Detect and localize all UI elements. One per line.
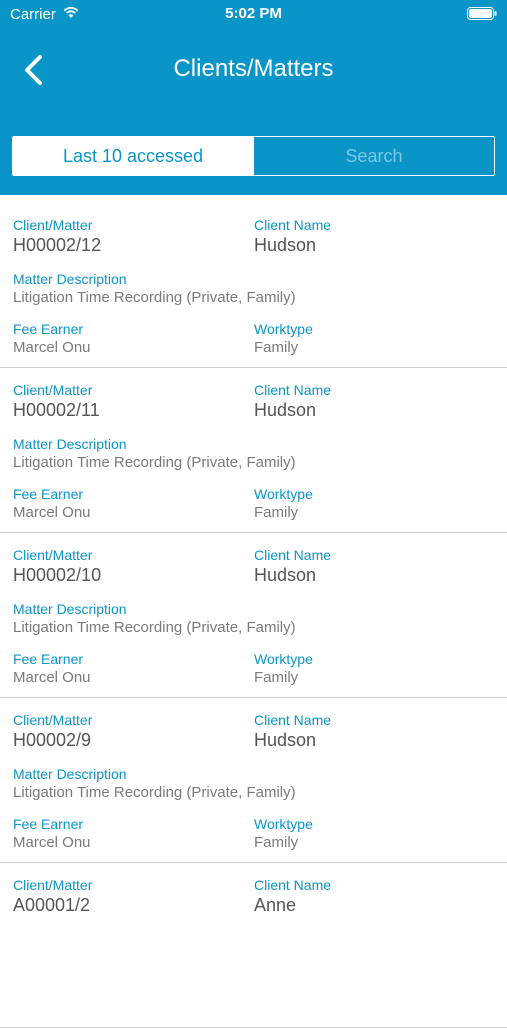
fee-earner-label: Fee Earner: [13, 321, 84, 337]
matter-description-value: Litigation Time Recording (Private, Fami…: [13, 619, 296, 636]
list-item[interactable]: Client/Matter Client Name H00002/11 Huds…: [0, 368, 507, 533]
tab-last-10-accessed[interactable]: Last 10 accessed: [13, 137, 253, 175]
matter-description-label: Matter Description: [13, 271, 127, 287]
client-matter-label: Client/Matter: [13, 382, 93, 398]
fee-earner-value: Marcel Onu: [13, 339, 91, 356]
worktype-value: Family: [254, 339, 299, 356]
client-name-value: Hudson: [254, 565, 317, 585]
client-name-label: Client Name: [254, 877, 332, 893]
client-matter-value: H00002/12: [13, 235, 102, 255]
matter-description-value: Litigation Time Recording (Private, Fami…: [13, 289, 296, 306]
page-title: Clients/Matters: [173, 55, 334, 82]
worktype-value: Family: [254, 669, 299, 686]
worktype-label: Worktype: [254, 816, 313, 832]
fee-earner-label: Fee Earner: [13, 486, 84, 502]
matter-description-label: Matter Description: [13, 436, 127, 452]
client-matter-value: A00001/2: [13, 895, 91, 915]
client-matter-value: H00002/11: [13, 400, 100, 420]
fee-earner-label: Fee Earner: [13, 651, 84, 667]
worktype-value: Family: [254, 834, 299, 851]
client-name-value: Anne: [254, 895, 297, 915]
client-name-value: Hudson: [254, 730, 317, 750]
matter-description-value: Litigation Time Recording (Private, Fami…: [13, 454, 296, 471]
client-matter-label: Client/Matter: [13, 547, 93, 563]
fee-earner-value: Marcel Onu: [13, 669, 91, 686]
client-matter-value: H00002/9: [13, 730, 92, 750]
worktype-label: Worktype: [254, 486, 313, 502]
battery-icon: [467, 7, 497, 20]
fee-earner-label: Fee Earner: [13, 816, 84, 832]
list-item[interactable]: Client/Matter Client Name H00002/12 Huds…: [0, 203, 507, 368]
worktype-label: Worktype: [254, 321, 313, 337]
client-matter-value: H00002/10: [13, 565, 102, 585]
header-bar: Carrier 5:02 PM Clients/Matters Last 10 …: [0, 0, 507, 195]
matters-list: Client/Matter Client Name H00002/12 Huds…: [0, 203, 507, 1028]
client-name-value: Hudson: [254, 235, 317, 255]
matter-description-label: Matter Description: [13, 601, 127, 617]
client-matter-label: Client/Matter: [13, 712, 93, 728]
client-name-label: Client Name: [254, 547, 332, 563]
fee-earner-value: Marcel Onu: [13, 504, 91, 521]
list-item[interactable]: Client/Matter Client Name A00001/2 Anne: [0, 863, 507, 1028]
client-matter-label: Client/Matter: [13, 217, 93, 233]
list-item[interactable]: Client/Matter Client Name H00002/9 Hudso…: [0, 698, 507, 863]
client-matter-label: Client/Matter: [13, 877, 93, 893]
client-name-label: Client Name: [254, 712, 332, 728]
tab-switcher: Last 10 accessed Search: [12, 136, 495, 176]
matter-description-label: Matter Description: [13, 766, 127, 782]
worktype-label: Worktype: [254, 651, 313, 667]
list-item[interactable]: Client/Matter Client Name H00002/10 Huds…: [0, 533, 507, 698]
client-name-label: Client Name: [254, 382, 332, 398]
clock: 5:02 PM: [225, 5, 282, 22]
client-name-value: Hudson: [254, 400, 317, 420]
client-name-label: Client Name: [254, 217, 332, 233]
status-bar: Carrier 5:02 PM: [0, 0, 507, 30]
worktype-value: Family: [254, 504, 299, 521]
matter-description-value: Litigation Time Recording (Private, Fami…: [13, 784, 296, 801]
fee-earner-value: Marcel Onu: [13, 834, 91, 851]
tab-search[interactable]: Search: [253, 137, 494, 175]
